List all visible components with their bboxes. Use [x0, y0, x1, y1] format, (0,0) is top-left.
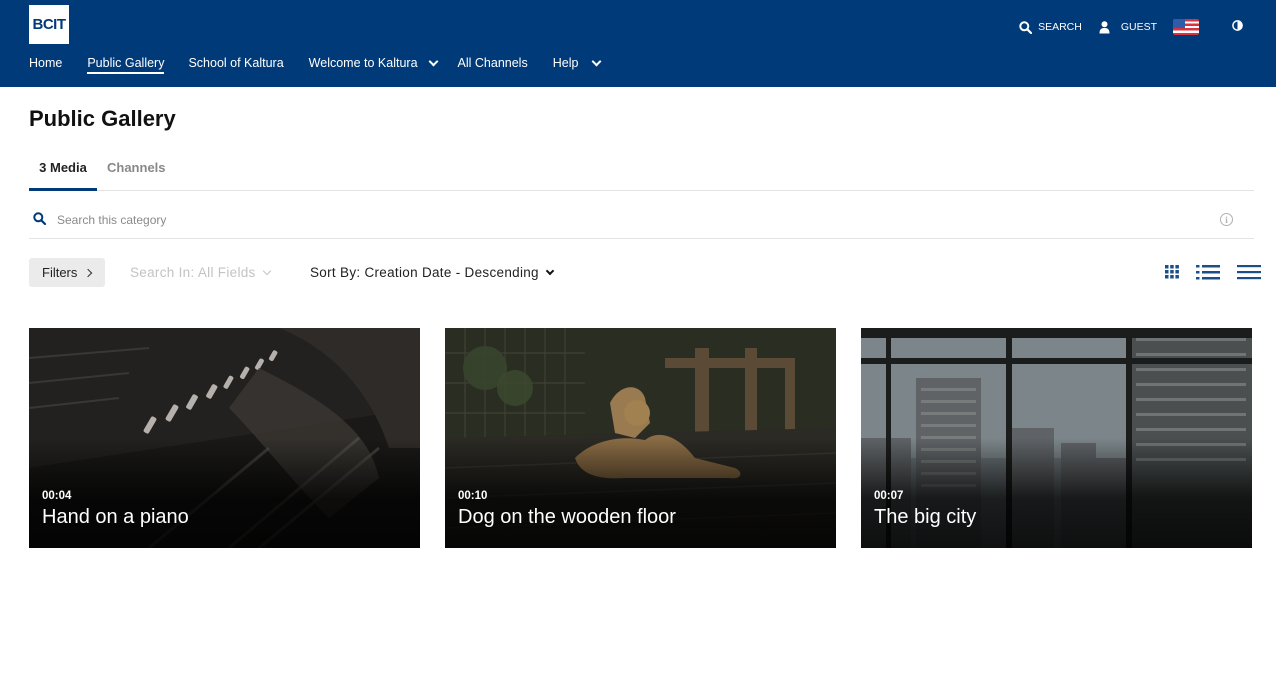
media-duration: 00:04 [42, 490, 72, 502]
top-header: BCIT Home Public Gallery School of Kaltu… [0, 0, 1276, 87]
media-title[interactable]: Dog on the wooden floor [458, 506, 676, 529]
sort-by-dropdown[interactable]: Sort By: Creation Date - Descending [310, 265, 555, 280]
chevron-down-icon [545, 266, 555, 275]
category-search-input[interactable] [57, 210, 1157, 230]
user-icon [1099, 20, 1110, 33]
tab-media[interactable]: 3 Media [29, 155, 97, 191]
tabs-bar: 3 Media Channels [29, 155, 1254, 191]
card-overlay [29, 438, 420, 548]
tab-media-label: 3 Media [39, 160, 87, 175]
detailed-list-view-icon[interactable] [1196, 263, 1220, 281]
guest-user-button[interactable]: GUEST [1099, 20, 1157, 34]
chevron-down-icon[interactable] [591, 56, 602, 66]
nav-all-channels-label: All Channels [457, 56, 528, 70]
compact-list-view-icon[interactable] [1237, 263, 1261, 281]
sort-by-label: Sort By: Creation Date - Descending [310, 265, 539, 280]
media-title[interactable]: The big city [874, 506, 976, 529]
media-duration: 00:07 [874, 490, 904, 502]
nav-home-label: Home [29, 56, 63, 70]
search-in-dropdown[interactable]: Search In: All Fields [130, 265, 271, 280]
guest-label: GUEST [1120, 21, 1157, 33]
grid-view-icon[interactable] [1164, 263, 1180, 279]
filters-label: Filters [42, 265, 78, 280]
nav-public-gallery-label: Public Gallery [87, 56, 165, 70]
card-overlay [861, 438, 1252, 548]
nav-home[interactable]: Home [29, 52, 62, 74]
info-icon[interactable]: i [1220, 213, 1233, 226]
nav-all-channels[interactable]: All Channels [458, 52, 528, 74]
media-card[interactable]: 00:04 Hand on a piano [29, 328, 420, 548]
header-search-label: SEARCH [1038, 21, 1082, 33]
bcit-logo[interactable]: BCIT [29, 5, 69, 44]
nav-help[interactable]: Help [552, 52, 602, 74]
utility-bar: SEARCH GUEST [1019, 18, 1276, 36]
category-search-bar: i [29, 204, 1254, 239]
chevron-right-icon [84, 268, 93, 277]
page-title: Public Gallery [29, 106, 176, 131]
media-card[interactable]: 00:10 Dog on the wooden floor [445, 328, 836, 548]
header-search-button[interactable]: SEARCH [1019, 20, 1082, 34]
chevron-down-icon[interactable] [428, 56, 438, 66]
media-duration: 00:10 [458, 490, 488, 502]
media-title[interactable]: Hand on a piano [42, 506, 189, 529]
nav-school-of-kaltura[interactable]: School of Kaltura [188, 52, 283, 74]
view-mode-switcher [1136, 263, 1276, 283]
main-nav: Home Public Gallery School of Kaltura We… [29, 52, 602, 74]
nav-school-label: School of Kaltura [188, 56, 284, 70]
nav-welcome-label: Welcome to Kaltura [308, 56, 418, 70]
chevron-down-icon [262, 266, 271, 275]
media-card[interactable]: 00:07 The big city [861, 328, 1252, 548]
nav-welcome-to-kaltura[interactable]: Welcome to Kaltura [308, 52, 438, 74]
us-flag-language-icon[interactable] [1173, 19, 1199, 35]
card-overlay [445, 438, 836, 548]
filters-button[interactable]: Filters [29, 258, 105, 287]
logo-text: BCIT [32, 16, 67, 33]
search-icon [33, 212, 46, 225]
tab-channels[interactable]: Channels [107, 155, 166, 190]
contrast-toggle-icon[interactable] [1232, 18, 1243, 36]
nav-public-gallery[interactable]: Public Gallery [87, 52, 165, 74]
tab-channels-label: Channels [107, 160, 166, 175]
search-in-label: Search In: All Fields [130, 265, 256, 280]
nav-help-label: Help [552, 56, 579, 70]
search-icon [1019, 20, 1033, 34]
